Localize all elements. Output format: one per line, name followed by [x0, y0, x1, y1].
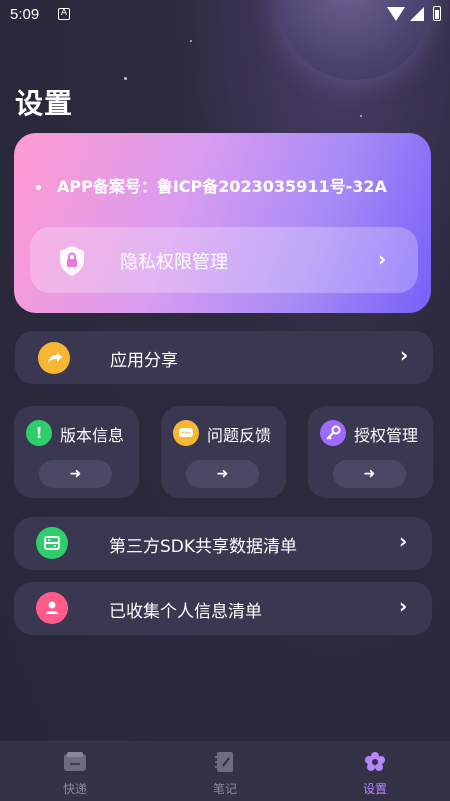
status-bar: 5:09 A: [0, 0, 450, 30]
chevron-right-icon: ›: [400, 343, 409, 367]
bottom-tab-bar: 快递 笔记 设置: [0, 741, 450, 801]
notification-icon: A: [58, 8, 70, 20]
feedback-card[interactable]: 问题反馈 ➜: [161, 406, 286, 498]
star-decoration: [124, 77, 127, 80]
chat-bubble-icon: [173, 420, 199, 446]
user-icon: [36, 592, 68, 624]
exclamation-icon: !: [26, 420, 52, 446]
status-time: 5:09: [10, 6, 40, 23]
feedback-label: 问题反馈: [207, 426, 272, 445]
tab-express[interactable]: 快递: [0, 741, 150, 801]
key-icon: [320, 420, 346, 446]
share-app-button[interactable]: 应用分享 ›: [15, 331, 433, 384]
feedback-arrow-button[interactable]: ➜: [186, 460, 259, 488]
authorization-arrow-button[interactable]: ➜: [333, 460, 406, 488]
battery-icon: [433, 6, 441, 21]
bullet-icon: [36, 185, 41, 190]
version-info-card[interactable]: ! 版本信息 ➜: [14, 406, 139, 498]
page-title: 设置: [15, 87, 74, 120]
personal-info-list-button[interactable]: 已收集个人信息清单 ›: [14, 582, 432, 635]
authorization-card[interactable]: 授权管理 ➜: [308, 406, 433, 498]
shield-lock-icon: [60, 246, 84, 276]
chevron-right-icon: ›: [378, 247, 387, 271]
tab-express-label: 快递: [62, 782, 87, 796]
star-decoration: [190, 40, 192, 42]
share-app-label: 应用分享: [110, 351, 178, 371]
privacy-permission-button[interactable]: 隐私权限管理 ›: [30, 227, 418, 293]
tab-notes-label: 笔记: [212, 782, 237, 796]
wifi-icon: [387, 7, 405, 21]
sdk-data-list-label: 第三方SDK共享数据清单: [109, 537, 298, 557]
sdk-data-list-button[interactable]: 第三方SDK共享数据清单 ›: [14, 517, 432, 570]
record-number-text: APP备案号：鲁ICP备2023035911号-32A: [57, 177, 387, 196]
wallet-icon: [64, 752, 86, 771]
version-info-label: 版本信息: [60, 426, 125, 445]
record-number-line: APP备案号：鲁ICP备2023035911号-32A: [36, 173, 387, 197]
chevron-right-icon: ›: [399, 529, 408, 553]
signal-icon: [410, 7, 424, 21]
tab-settings[interactable]: 设置: [300, 741, 450, 801]
authorization-label: 授权管理: [354, 426, 419, 445]
chevron-right-icon: ›: [399, 594, 408, 618]
hero-card: APP备案号：鲁ICP备2023035911号-32A 隐私权限管理 ›: [14, 133, 431, 313]
share-arrow-icon: [38, 342, 70, 374]
list-icon: [36, 527, 68, 559]
personal-info-list-label: 已收集个人信息清单: [109, 602, 262, 622]
notebook-icon: [215, 752, 233, 772]
flower-gear-icon: [365, 752, 385, 771]
star-decoration: [360, 115, 362, 117]
privacy-permission-label: 隐私权限管理: [120, 252, 228, 273]
tab-settings-label: 设置: [362, 782, 387, 796]
tab-notes[interactable]: 笔记: [150, 741, 300, 801]
version-info-arrow-button[interactable]: ➜: [39, 460, 112, 488]
